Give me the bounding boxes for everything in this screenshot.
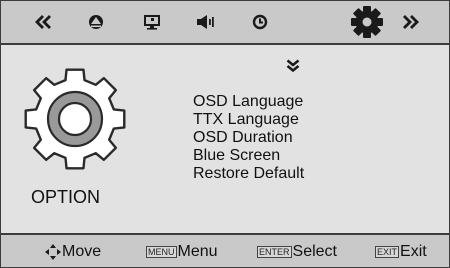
menu-item-osd-duration[interactable]: OSD Duration: [193, 129, 304, 147]
enter-key-icon: ENTER: [257, 246, 292, 258]
clock-icon: [252, 14, 268, 30]
tab-screen[interactable]: [137, 1, 167, 43]
hint-exit: EXIT Exit: [375, 243, 427, 261]
menu-item-osd-language[interactable]: OSD Language: [193, 93, 304, 111]
menu-tab-bar: [1, 1, 449, 45]
hint-select: ENTER Select: [257, 243, 337, 261]
picture-icon: [89, 15, 103, 29]
osd-menu-panel: OPTION OSD Language TTX Language OSD Dur…: [0, 0, 450, 268]
key-hint-bar: Move MENU Menu ENTER Select EXIT Exit: [1, 233, 449, 267]
next-page-button[interactable]: [397, 1, 427, 43]
hint-menu-label: Menu: [177, 243, 218, 260]
tab-option[interactable]: [347, 1, 387, 43]
menu-content: OPTION OSD Language TTX Language OSD Dur…: [1, 45, 449, 233]
gear-icon: [24, 68, 126, 170]
hint-select-label: Select: [292, 243, 337, 260]
menu-item-restore-default[interactable]: Restore Default: [193, 165, 304, 183]
screen-icon: [144, 15, 160, 30]
double-left-chevron-icon: [35, 15, 51, 29]
menu-item-ttx-language[interactable]: TTX Language: [193, 111, 304, 129]
prev-page-button[interactable]: [27, 1, 57, 43]
exit-key-icon: EXIT: [375, 246, 400, 258]
gear-icon: [351, 6, 383, 38]
menu-key-icon: MENU: [146, 246, 177, 258]
tab-sound[interactable]: [190, 1, 220, 43]
tab-picture[interactable]: [81, 1, 111, 43]
menu-item-blue-screen[interactable]: Blue Screen: [193, 147, 304, 165]
hint-move-label: Move: [62, 243, 102, 260]
option-menu-list: OSD Language TTX Language OSD Duration B…: [193, 93, 304, 183]
scroll-down-icon[interactable]: [286, 59, 300, 73]
tab-time[interactable]: [245, 1, 275, 43]
speaker-icon: [197, 15, 214, 29]
double-right-chevron-icon: [403, 15, 419, 29]
hint-menu: MENU Menu: [146, 243, 218, 261]
four-way-arrow-icon: [45, 244, 61, 260]
hint-exit-label: Exit: [400, 243, 427, 260]
category-title: OPTION: [31, 187, 101, 207]
hint-move: Move: [45, 243, 101, 261]
